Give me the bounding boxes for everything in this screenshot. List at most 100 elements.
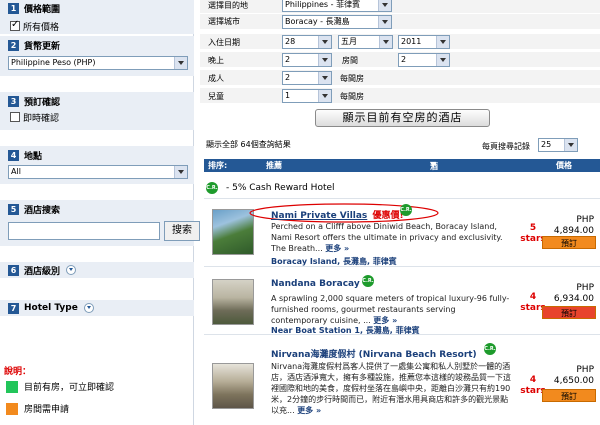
cash-reward-badge-icon: C.R. — [484, 343, 496, 355]
location-select-value: All — [11, 167, 21, 176]
more-link[interactable]: 更多 » — [373, 316, 397, 325]
more-link[interactable]: 更多 » — [325, 244, 349, 253]
per-page-select[interactable]: 25 — [538, 138, 578, 152]
search-button[interactable]: 搜索 — [164, 221, 200, 241]
column-price[interactable]: 價格 — [556, 160, 572, 171]
hotel-description: Nirvana海灘度假村爲客人提供了一處集公寓和私人別墅於一體的酒店，酒店酒淨寬… — [271, 361, 511, 416]
checkin-month-select[interactable]: 五月 — [338, 35, 393, 49]
location-section: 4 地點 All — [0, 146, 194, 184]
city-label: 選擇城市 — [208, 17, 240, 26]
section-title-hotel-search: 酒店搜索 — [24, 205, 61, 216]
instant-confirm-checkbox[interactable] — [10, 112, 20, 122]
book-button[interactable]: 預訂 — [542, 306, 596, 319]
sort-label: 排序: — [208, 161, 228, 170]
hotel-thumbnail[interactable] — [212, 279, 254, 325]
form-row — [200, 0, 600, 14]
checkin-year-select[interactable]: 2011 — [398, 35, 450, 49]
expand-icon[interactable] — [83, 303, 94, 313]
instant-confirm-option[interactable]: 即時確認 — [0, 110, 194, 124]
destination-select[interactable]: Philippines - 菲律賓 — [282, 0, 392, 12]
children-select[interactable]: 1 — [282, 89, 332, 103]
book-button[interactable]: 預訂 — [542, 236, 596, 249]
location-select[interactable]: All — [8, 165, 188, 179]
column-hotel-name[interactable]: 酒店名稱 ▼ — [430, 160, 438, 204]
hotel-rating-section[interactable]: 6 酒店級別 — [0, 262, 194, 278]
expand-icon[interactable] — [66, 265, 77, 275]
rooms-label: 房間 — [342, 56, 358, 65]
more-link-label: 更多 — [373, 316, 390, 325]
all-prices-option[interactable]: 所有價格 — [0, 19, 194, 33]
chevron-down-icon — [436, 54, 449, 66]
price-block: PHP 4,650.00 — [536, 365, 594, 387]
destination-label: 選擇目的地 — [208, 1, 248, 10]
legend-item-available: 目前有房，可立即確認 — [6, 380, 114, 393]
hotel-type-section[interactable]: 7 Hotel Type — [0, 300, 194, 316]
hotel-row: Nirvana海灘度假村 (Nirvana Beach Resort) C.R.… — [204, 337, 600, 425]
currency-select[interactable]: Philippine Peso (PHP) — [8, 56, 188, 70]
hotel-thumbnail[interactable] — [212, 363, 254, 409]
column-recommend[interactable]: 推薦 — [266, 160, 282, 171]
hotel-description: A sprawling 2,000 square meters of tropi… — [271, 293, 511, 326]
hotel-row: Nami Private Villas 優惠價! C.R. Perched on… — [204, 201, 600, 267]
results-summary: 顯示全部 64個查詢結果 — [206, 140, 291, 149]
form-row — [200, 88, 600, 104]
section-number: 7 — [8, 302, 19, 314]
cash-reward-text: 5% Cash Reward Hotel — [232, 182, 335, 193]
chevron-down-icon — [379, 36, 392, 48]
more-link[interactable]: 更多 » — [297, 406, 321, 415]
per-page-value: 25 — [541, 140, 552, 149]
adults-select[interactable]: 2 — [282, 71, 332, 85]
chevron-down-icon — [318, 72, 331, 84]
hotel-search-input[interactable] — [8, 222, 160, 240]
city-select-value: Boracay - 長灘島 — [285, 17, 350, 26]
chevron-down-icon — [564, 139, 577, 151]
chevron-down-icon — [318, 90, 331, 102]
section-number: 5 — [8, 203, 19, 215]
section-number: 2 — [8, 39, 19, 51]
per-room-label: 每間房 — [340, 92, 364, 101]
hotel-name-link[interactable]: Nami Private Villas — [271, 211, 367, 221]
chevron-down-icon — [436, 36, 449, 48]
hotel-name-row: Nami Private Villas 優惠價! — [271, 208, 404, 221]
show-available-hotels-button[interactable]: 顯示目前有空房的酒店 — [315, 109, 490, 127]
results-table-header: 排序: 推薦 酒店名稱 ▼ 價格 — [204, 159, 600, 204]
section-title-booking-confirm: 預訂確認 — [24, 97, 61, 108]
legend-title: 說明： — [4, 367, 32, 377]
legend-label: 房間需申請 — [24, 405, 70, 415]
section-title-location: 地點 — [24, 151, 43, 162]
hotel-name-link[interactable]: Nandana Boracay — [271, 279, 360, 289]
legend-item-request: 房間需申請 — [6, 402, 69, 415]
hotel-name-link[interactable]: Nirvana海灘度假村 (Nirvana Beach Resort) — [271, 347, 477, 360]
cash-reward-badge-icon: C.R. — [362, 275, 374, 287]
hotel-description-text: Perched on a Clifff above Diniwid Beach,… — [271, 222, 503, 253]
section-number: 4 — [8, 149, 19, 161]
checkin-day-value: 28 — [285, 37, 296, 46]
form-row — [200, 14, 600, 30]
orange-square-icon — [6, 402, 18, 415]
chevron-down-icon — [318, 36, 331, 48]
chevron-down-icon — [174, 57, 187, 69]
section-number: 1 — [8, 2, 19, 14]
price-value: 4,650.00 — [553, 376, 594, 386]
nights-select[interactable]: 2 — [282, 53, 332, 67]
section-title-hotel-type: Hotel Type — [24, 303, 78, 313]
per-page-label: 每頁搜尋記錄 — [482, 142, 530, 151]
rooms-select[interactable]: 2 — [398, 53, 450, 67]
checkin-day-select[interactable]: 28 — [282, 35, 332, 49]
hotel-search-section: 5 酒店搜索 搜索 — [0, 200, 200, 246]
all-prices-checkbox[interactable] — [10, 19, 20, 31]
booking-confirm-section: 3 預訂確認 即時確認 — [0, 92, 194, 130]
legend-label: 目前有房，可立即確認 — [24, 383, 115, 393]
chevron-down-icon — [378, 0, 391, 11]
form-row — [200, 70, 600, 86]
children-label: 兒童 — [208, 92, 224, 101]
chevron-down-icon — [318, 54, 331, 66]
children-value: 1 — [285, 91, 291, 100]
city-select[interactable]: Boracay - 長灘島 — [282, 15, 392, 29]
hotel-description: Perched on a Clifff above Diniwid Beach,… — [271, 221, 511, 254]
instant-confirm-label: 即時確認 — [23, 113, 60, 124]
filter-sidebar: 1 價格範圍 所有價格 2 貨幣更新 Philippine Peso (PHP)… — [0, 0, 200, 425]
price-currency: PHP — [576, 215, 594, 225]
cash-reward-badge-icon: C.R. — [206, 181, 218, 194]
book-button[interactable]: 預訂 — [542, 389, 596, 402]
